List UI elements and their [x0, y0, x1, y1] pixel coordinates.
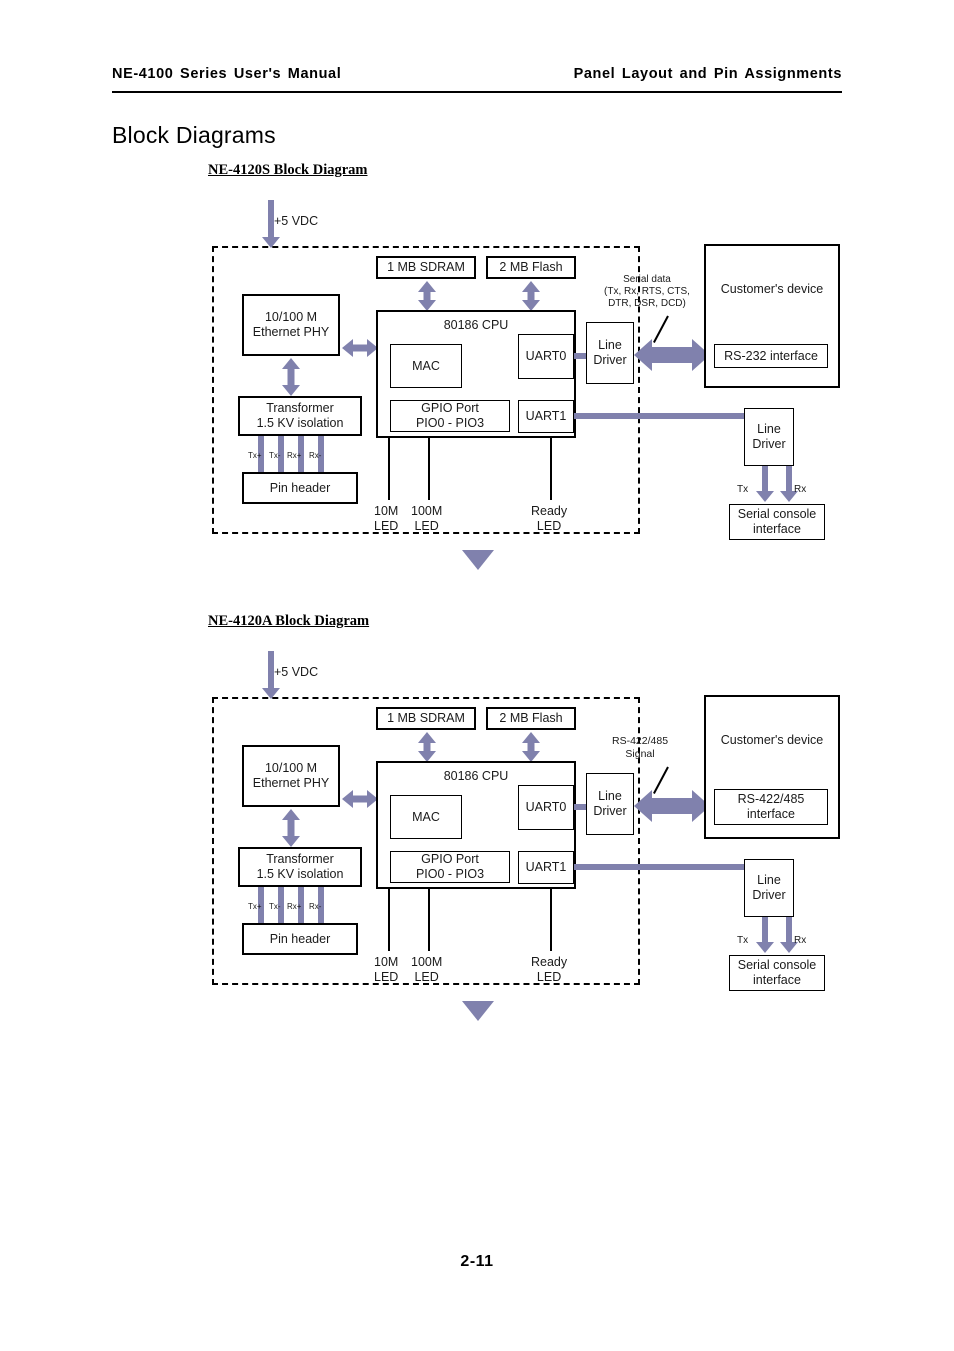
- gpio-block: GPIO Port PIO0 - PIO3: [390, 400, 510, 432]
- page-number: 2-11: [460, 1253, 494, 1270]
- flash-block-2: 2 MB Flash: [486, 707, 576, 730]
- uart1-block-2: UART1: [518, 851, 574, 884]
- interface-block-2: RS-422/485 interface: [714, 789, 828, 825]
- diagram-heading-ne4120a: NE-4120A Block Diagram: [208, 613, 370, 629]
- pin-header-block-2: Pin header: [242, 923, 358, 955]
- power-input-label-2: +5 VDC: [274, 665, 319, 679]
- line-driver-1-block-2: Line Driver: [744, 859, 794, 917]
- sdram-block-2: 1 MB SDRAM: [376, 707, 476, 730]
- phy-cpu-arrow: [342, 338, 378, 358]
- sdram-bus-arrow-2: [418, 732, 436, 762]
- sdram-bus-arrow: [418, 281, 436, 311]
- line-driver-0-block-2: Line Driver: [586, 773, 634, 835]
- gpio-block-2: GPIO Port PIO0 - PIO3: [390, 851, 510, 883]
- uart1-block: UART1: [518, 400, 574, 433]
- mac-block-2: MAC: [390, 795, 462, 839]
- ethernet-phy-block-2: 10/100 M Ethernet PHY: [242, 745, 340, 807]
- line-driver-0-block: Line Driver: [586, 322, 634, 384]
- led-ready-label-2: Ready LED: [531, 955, 568, 984]
- pin-signal-label-rxn-2: Rx-: [309, 902, 322, 911]
- uart0-linedriver-link: [574, 353, 586, 359]
- flash-bus-arrow-2: [522, 732, 540, 762]
- gpio-output-arrow-2: [462, 883, 494, 1021]
- sdram-block: 1 MB SDRAM: [376, 256, 476, 279]
- serial-signal-callout: Serial data (Tx, Rx, RTS, CTS, DTR, DSR,…: [604, 274, 690, 309]
- interface-block: RS-232 interface: [714, 344, 828, 368]
- serial-console-block-2: Serial console interface: [729, 955, 825, 991]
- uart0-block: UART0: [518, 334, 574, 379]
- console-tx-label-2: Tx: [737, 935, 749, 946]
- flash-bus-arrow: [522, 281, 540, 311]
- phy-cpu-arrow-2: [342, 789, 378, 809]
- uart1-linedriver-link-2: [574, 864, 744, 870]
- transformer-block: Transformer 1.5 KV isolation: [238, 396, 362, 436]
- led-10m-leg-2: [388, 889, 390, 951]
- uart0-linedriver-link-2: [574, 804, 586, 810]
- phy-transformer-arrow-2: [282, 809, 300, 847]
- led-ready-leg-2: [550, 889, 552, 951]
- serial-data-arrow: [634, 338, 710, 372]
- uart0-block-2: UART0: [518, 785, 574, 830]
- console-rx-label-2: Rx: [794, 935, 807, 946]
- block-diagram-ne4120a: NE-4120A Block Diagram +5 VDC 1 MB SDRAM…: [0, 451, 954, 1021]
- pin-signal-label-rxp-2: Rx+: [287, 902, 302, 911]
- phy-transformer-arrow: [282, 358, 300, 396]
- led-100m-label-2: 100M LED: [411, 955, 443, 984]
- uart1-linedriver-link: [574, 413, 744, 419]
- ethernet-phy-block: 10/100 M Ethernet PHY: [242, 294, 340, 356]
- led-100m-leg-2: [428, 889, 430, 951]
- block-diagram-ne4120s: NE-4120S Block Diagram +5 VDC 1 MB SDRAM…: [0, 0, 954, 570]
- pin-signal-label-txn-2: Tx-: [269, 902, 281, 911]
- serial-data-arrow-2: [634, 789, 710, 823]
- led-10m-label-2: 10M LED: [374, 955, 399, 984]
- mac-block: MAC: [390, 344, 462, 388]
- console-tx-arrow-2: [756, 917, 774, 953]
- power-input-label: +5 VDC: [274, 214, 319, 228]
- diagram-heading-ne4120s: NE-4120S Block Diagram: [208, 162, 368, 178]
- flash-block: 2 MB Flash: [486, 256, 576, 279]
- transformer-block-2: Transformer 1.5 KV isolation: [238, 847, 362, 887]
- serial-signal-callout-2: RS-422/485 Signal: [612, 735, 669, 760]
- pin-signal-label-txp-2: Tx+: [248, 902, 262, 911]
